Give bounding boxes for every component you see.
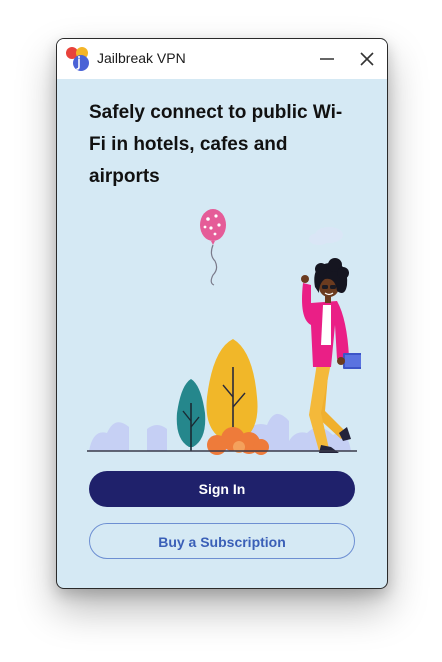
teal-tree [176,379,206,451]
app-window: Jailbreak VPN Safely connect to public W… [56,38,388,589]
close-icon [360,52,374,66]
app-logo-icon [66,47,89,71]
minimize-icon [320,58,334,60]
sign-in-button[interactable]: Sign In [89,471,355,507]
title-bar[interactable]: Jailbreak VPN [57,39,387,79]
close-button[interactable] [357,49,377,69]
window-title: Jailbreak VPN [97,50,186,66]
minimize-button[interactable] [317,49,337,69]
buy-subscription-button[interactable]: Buy a Subscription [89,523,355,559]
woman-figure [301,258,361,453]
woman-with-balloon-illustration [87,209,361,455]
balloon [200,209,226,286]
onboarding-headline: Safely connect to public Wi-Fi in hotels… [89,102,343,187]
